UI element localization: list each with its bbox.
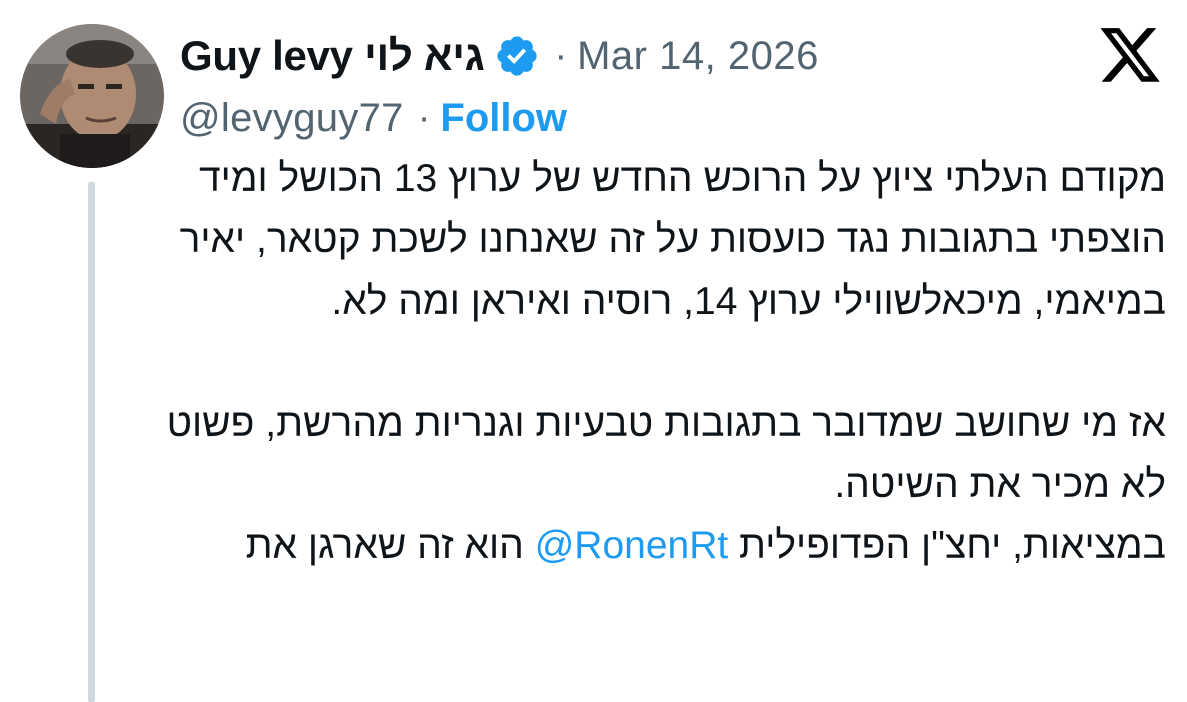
display-name[interactable]: Guy levy גיא לוי [180, 32, 485, 80]
tweet-paragraph-1: מקודם העלתי ציוץ על הרוכש החדש של ערוץ 1… [179, 157, 1166, 323]
avatar[interactable] [20, 24, 164, 168]
handle-row: @levyguy77 · Follow [180, 92, 567, 144]
separator-dot: · [417, 96, 431, 139]
tweet-body: מקודם העלתי ציוץ על הרוכש החדש של ערוץ 1… [120, 148, 1166, 577]
tweet-card: Guy levy גיא לוי · Mar 14, 2026 @levyguy… [0, 0, 1187, 702]
follow-button[interactable]: Follow [440, 96, 567, 141]
mention-link[interactable]: @RonenRt [535, 524, 729, 567]
tweet-header: Guy levy גיא לוי · Mar 14, 2026 [180, 26, 819, 86]
tweet-paragraph-3: במציאות, יחצ"ן הפדופילית @RonenRt הוא זה… [120, 515, 1166, 576]
user-handle[interactable]: @levyguy77 [180, 96, 404, 141]
paragraph-3-text-start: במציאות, יחצ"ן הפדופילית [728, 524, 1166, 568]
separator-dot: · [554, 34, 568, 77]
verified-badge-icon [494, 33, 540, 79]
tweet-paragraph-2: אז מי שחושב שמדובר בתגובות טבעיות וגנריו… [166, 401, 1166, 507]
thread-line [88, 182, 95, 702]
timestamp[interactable]: Mar 14, 2026 [577, 34, 819, 79]
x-logo-icon[interactable] [1097, 28, 1163, 90]
paragraph-3-text-end: הוא זה שארגן את [245, 524, 535, 568]
avatar-photo [20, 24, 164, 168]
